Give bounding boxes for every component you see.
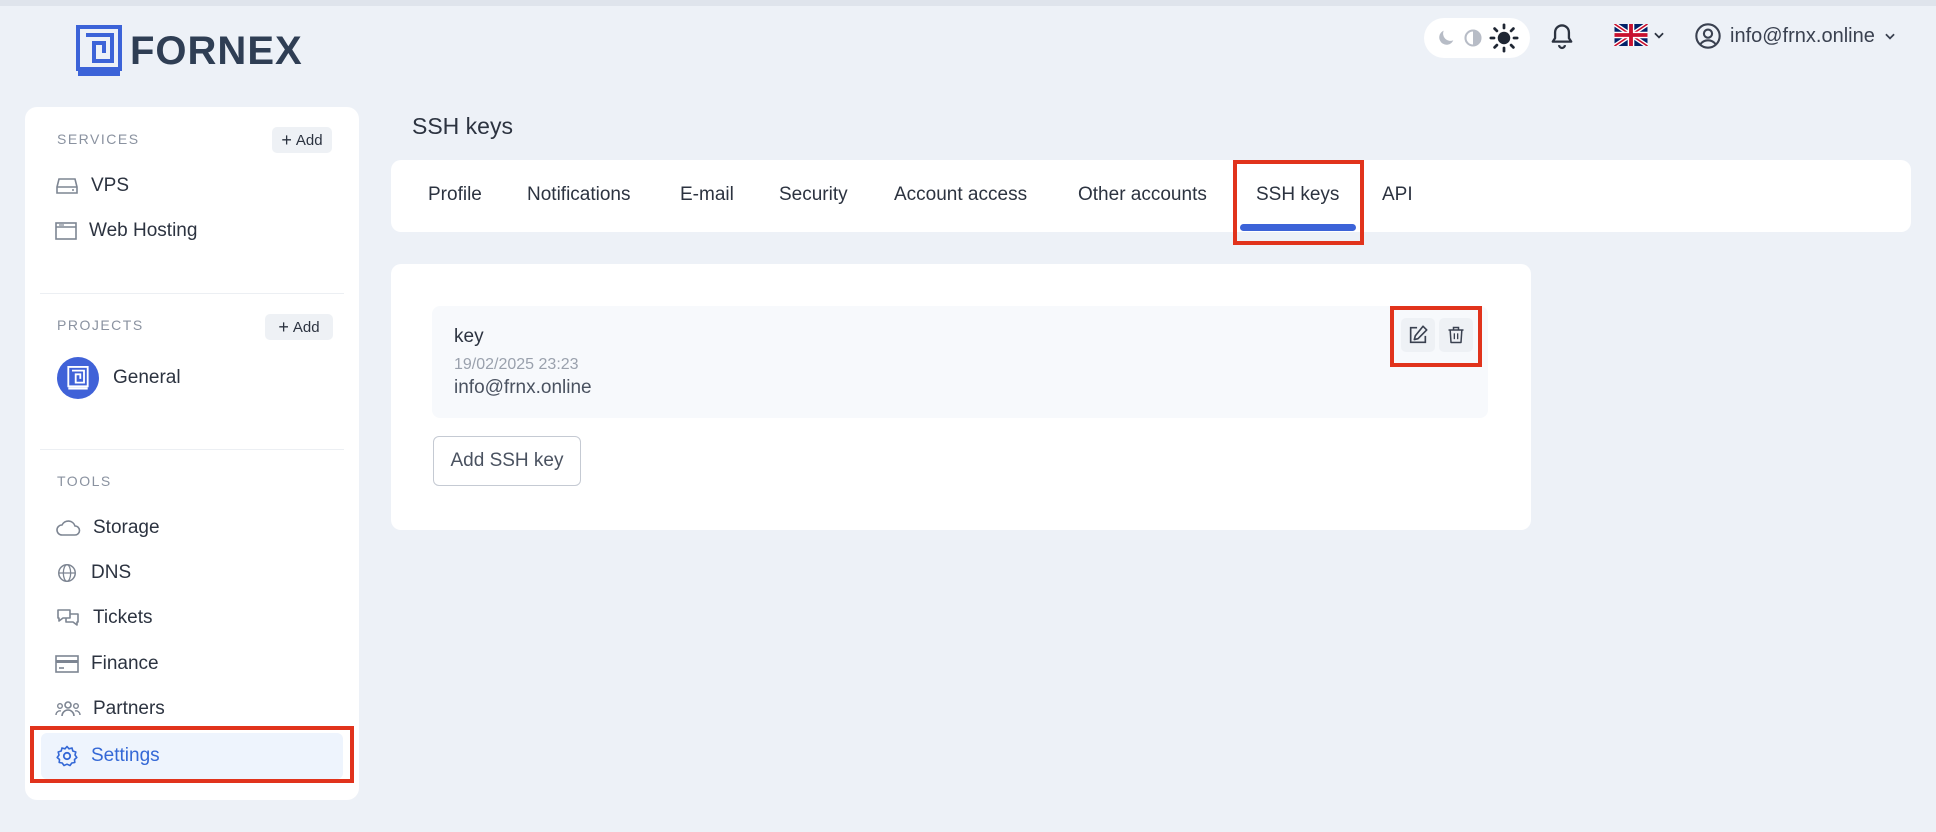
sidebar-item-tickets[interactable]: Tickets bbox=[55, 599, 152, 637]
top-strip bbox=[0, 0, 1936, 6]
bell-icon bbox=[1551, 24, 1573, 50]
users-icon bbox=[55, 701, 81, 717]
sidebar-item-settings[interactable]: Settings bbox=[41, 733, 343, 779]
project-label: General bbox=[113, 367, 181, 388]
plus-icon: + bbox=[281, 130, 292, 150]
tab-other-accounts[interactable]: Other accounts bbox=[1078, 184, 1207, 206]
divider bbox=[40, 293, 344, 294]
chevron-down-icon bbox=[1654, 32, 1664, 39]
page-title: SSH keys bbox=[412, 113, 513, 139]
sidebar-item-dns[interactable]: DNS bbox=[55, 554, 131, 592]
browser-window-icon bbox=[55, 222, 77, 240]
gear-icon bbox=[56, 745, 78, 767]
tools-heading: TOOLS bbox=[57, 473, 112, 489]
tab-ssh-keys[interactable]: SSH keys bbox=[1256, 184, 1339, 206]
ssh-key-name: key bbox=[454, 326, 484, 347]
tab-security[interactable]: Security bbox=[779, 184, 848, 206]
services-heading: SERVICES bbox=[57, 131, 140, 147]
sidebar-item-web-hosting[interactable]: Web Hosting bbox=[55, 212, 197, 250]
sidebar-item-label: Settings bbox=[91, 745, 160, 766]
moon-icon[interactable] bbox=[1435, 27, 1457, 49]
brand-logo[interactable]: FORNEX bbox=[76, 25, 303, 77]
credit-card-icon bbox=[55, 655, 79, 673]
sidebar-item-partners[interactable]: Partners bbox=[55, 690, 165, 728]
user-circle-icon bbox=[1695, 23, 1721, 49]
sidebar-item-label: Storage bbox=[93, 517, 160, 538]
project-item-general[interactable]: General bbox=[57, 357, 181, 399]
sidebar-item-label: Partners bbox=[93, 698, 165, 719]
divider bbox=[40, 449, 344, 450]
edit-key-button[interactable] bbox=[1401, 318, 1435, 352]
add-project-label: Add bbox=[292, 318, 320, 336]
chevron-down-icon bbox=[1885, 33, 1895, 40]
project-avatar bbox=[57, 357, 99, 399]
notifications-button[interactable] bbox=[1548, 22, 1576, 52]
ssh-key-row bbox=[432, 306, 1488, 418]
edit-icon bbox=[1409, 325, 1428, 344]
active-tab-indicator bbox=[1240, 224, 1356, 231]
server-icon bbox=[56, 178, 78, 194]
project-logo-icon bbox=[67, 366, 89, 390]
delete-key-button[interactable] bbox=[1439, 318, 1473, 352]
cloud-icon bbox=[56, 520, 81, 536]
add-ssh-key-button[interactable]: Add SSH key bbox=[433, 436, 581, 486]
user-email: info@frnx.online bbox=[1730, 24, 1875, 47]
sidebar-item-label: Tickets bbox=[93, 607, 153, 628]
trash-icon bbox=[1448, 326, 1464, 344]
fornex-logo-icon bbox=[76, 25, 122, 76]
plus-icon: + bbox=[278, 317, 289, 337]
add-service-button[interactable]: + Add bbox=[272, 127, 332, 153]
sidebar-item-label: VPS bbox=[91, 175, 130, 196]
uk-flag-icon bbox=[1614, 24, 1648, 46]
add-project-button[interactable]: + Add bbox=[265, 314, 333, 340]
add-service-label: Add bbox=[295, 131, 323, 149]
sidebar: SERVICES + Add VPS Web Hosting PROJECTS … bbox=[25, 107, 359, 800]
sidebar-item-storage[interactable]: Storage bbox=[55, 509, 160, 547]
sidebar-item-finance[interactable]: Finance bbox=[55, 645, 159, 683]
language-selector[interactable] bbox=[1614, 24, 1666, 46]
globe-icon bbox=[58, 564, 76, 582]
tab-account-access[interactable]: Account access bbox=[894, 184, 1027, 206]
sun-icon[interactable] bbox=[1489, 23, 1519, 53]
sidebar-item-label: Web Hosting bbox=[89, 220, 198, 241]
auto-theme-icon[interactable] bbox=[1463, 28, 1483, 48]
user-menu[interactable]: info@frnx.online bbox=[1694, 22, 1897, 50]
tab-profile[interactable]: Profile bbox=[428, 184, 482, 206]
tab-api[interactable]: API bbox=[1382, 184, 1413, 206]
sidebar-item-vps[interactable]: VPS bbox=[55, 167, 129, 205]
sidebar-item-label: Finance bbox=[91, 653, 159, 674]
ssh-key-email: info@frnx.online bbox=[454, 377, 592, 398]
ssh-key-date: 19/02/2025 23:23 bbox=[454, 356, 579, 373]
tab-email[interactable]: E-mail bbox=[680, 184, 734, 206]
theme-toggle[interactable] bbox=[1424, 18, 1530, 58]
brand-name: FORNEX bbox=[130, 29, 303, 73]
tab-notifications[interactable]: Notifications bbox=[527, 184, 631, 206]
sidebar-item-label: DNS bbox=[91, 562, 132, 583]
projects-heading: PROJECTS bbox=[57, 317, 144, 333]
chat-bubbles-icon bbox=[57, 609, 79, 626]
